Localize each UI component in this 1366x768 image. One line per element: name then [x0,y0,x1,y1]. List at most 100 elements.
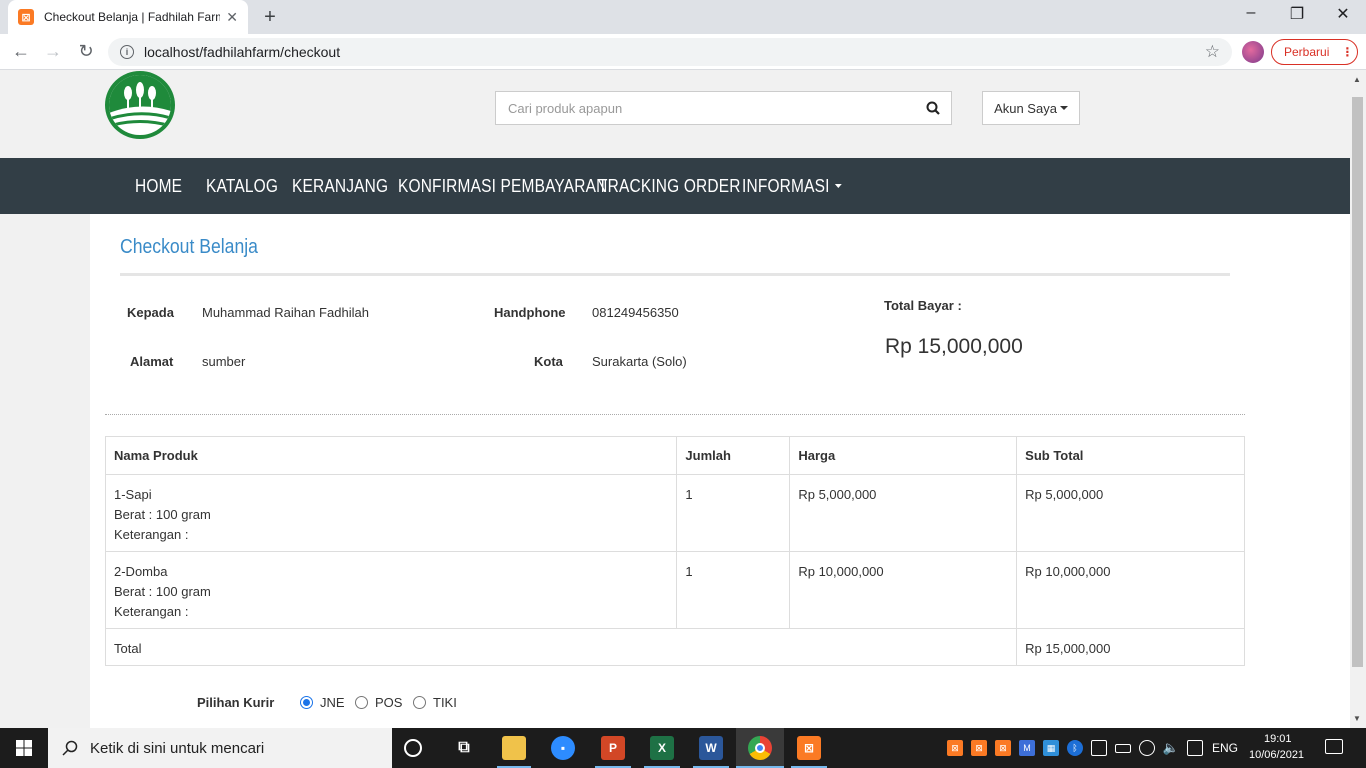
phone-label: Handphone [494,305,566,320]
bookmark-star-icon[interactable]: ☆ [1205,42,1220,62]
courier-radio-jne[interactable] [300,696,313,709]
main-navigation: HOME KATALOG KERANJANG KONFIRMASI PEMBAY… [0,158,1350,214]
search-icon[interactable] [915,101,951,115]
browser-toolbar: ← → ↻ i localhost/fadhilahfarm/checkout … [0,34,1366,70]
courier-option-label[interactable]: POS [375,695,402,710]
address-value: sumber [202,354,246,369]
close-window-icon[interactable]: ✕ [1328,4,1358,24]
address-label: Alamat [130,354,174,369]
nav-katalog[interactable]: KATALOG [206,158,278,214]
minimize-icon[interactable]: – [1236,4,1266,22]
product-note: Keterangan : [114,527,189,542]
windows-start-icon[interactable] [0,728,48,768]
address-bar[interactable]: i localhost/fadhilahfarm/checkout ☆ [108,38,1232,66]
taskbar-search[interactable]: Ketik di sini untuk mencari [48,728,392,768]
zoom-icon[interactable]: ▪ [551,736,575,760]
xampp-tray-icon[interactable]: ⊠ [995,740,1011,756]
display-icon[interactable] [1187,740,1203,756]
account-label: Akun Saya [994,100,1057,116]
file-explorer-icon[interactable] [502,736,526,760]
table-total-row: Total Rp 15,000,000 [104,628,1245,666]
phone-value: 081249456350 [592,305,679,320]
browser-tabbar: ⊠ Checkout Belanja | Fadhilah Farm ✕ + –… [0,0,1366,34]
logo-graphic [109,75,171,135]
nav-tracking-order[interactable]: TRACKING ORDER [598,158,741,214]
search-input[interactable] [508,100,915,116]
clock-time[interactable]: 19:01 [1264,733,1292,745]
total-pay-value: Rp 15,000,000 [885,335,1023,358]
column-header: Sub Total [1016,436,1245,475]
nav-informasi-label: INFORMASI [742,175,830,196]
courier-radio-pos[interactable] [355,696,368,709]
task-view-icon[interactable]: ⧉ [452,736,476,760]
clock-date[interactable]: 10/06/2021 [1249,749,1304,761]
nav-keranjang[interactable]: KERANJANG [292,158,388,214]
column-header: Jumlah [676,436,791,475]
scroll-up-icon[interactable]: ▲ [1353,75,1361,84]
update-label: Perbarui [1284,45,1330,59]
powerpoint-icon[interactable]: P [601,736,625,760]
quantity-cell: 1 [676,474,791,552]
courier-option-label[interactable]: JNE [320,695,345,710]
quantity-cell: 1 [676,551,791,629]
language-indicator[interactable]: ENG [1212,741,1238,755]
close-tab-icon[interactable]: ✕ [226,9,238,26]
page-viewport: Akun Saya HOME KATALOG KERANJANG KONFIRM… [0,71,1350,728]
xampp-icon[interactable]: ⊠ [797,736,821,760]
city-label: Kota [534,354,563,369]
total-value-cell: Rp 15,000,000 [1016,628,1245,666]
network-icon[interactable] [1139,740,1155,756]
scroll-down-icon[interactable]: ▼ [1353,714,1361,723]
product-note: Keterangan : [114,604,189,619]
notifications-icon[interactable] [1325,739,1343,754]
table-row: 2-Domba Berat : 100 gram Keterangan : 1 … [104,551,1245,629]
excel-icon[interactable]: X [650,736,674,760]
nav-konfirmasi-pembayaran[interactable]: KONFIRMASI PEMBAYARAN [398,158,607,214]
xampp-tray-icon[interactable]: ⊠ [971,740,987,756]
word-icon[interactable]: W [699,736,723,760]
cortana-icon[interactable] [404,739,422,757]
restore-icon[interactable]: ❐ [1282,4,1312,24]
xampp-tray-icon[interactable]: ⊠ [947,740,963,756]
site-info-icon[interactable]: i [120,45,134,59]
update-button[interactable]: Perbarui ⋮ [1271,39,1358,65]
order-table: Nama Produk Jumlah Harga Sub Total 1-Sap… [104,436,1245,666]
usb-icon[interactable] [1091,740,1107,756]
recipient-value: Muhammad Raihan Fadhilah [202,305,369,320]
nav-home[interactable]: HOME [135,158,182,214]
table-row: 1-Sapi Berat : 100 gram Keterangan : 1 R… [104,474,1245,552]
back-icon[interactable]: ← [9,41,33,62]
product-weight: Berat : 100 gram [114,507,211,522]
product-cell: 2-Domba Berat : 100 gram Keterangan : [104,551,678,629]
battery-icon[interactable] [1115,744,1131,753]
nav-informasi[interactable]: INFORMASI [742,158,842,214]
chrome-icon[interactable] [748,736,772,760]
url-text: localhost/fadhilahfarm/checkout [144,44,341,60]
product-name: 2-Domba [114,564,168,579]
volume-icon[interactable]: 🔈 [1163,740,1179,756]
xampp-favicon-icon: ⊠ [18,9,34,25]
total-label-cell: Total [104,628,1018,666]
product-weight: Berat : 100 gram [114,584,211,599]
new-tab-icon[interactable]: + [258,5,282,29]
product-name: 1-Sapi [114,487,152,502]
app-tray-icon[interactable]: ▦ [1043,740,1059,756]
account-dropdown-button[interactable]: Akun Saya [982,91,1080,125]
forward-icon[interactable]: → [41,41,65,62]
profile-avatar[interactable] [1242,41,1264,63]
browser-tab[interactable]: ⊠ Checkout Belanja | Fadhilah Farm ✕ [8,0,248,34]
farm-logo[interactable] [105,71,175,139]
courier-radio-tiki[interactable] [413,696,426,709]
app-tray-icon[interactable]: M [1019,740,1035,756]
page-scrollbar[interactable]: ▲ ▼ [1350,71,1366,728]
scroll-thumb[interactable] [1352,97,1363,667]
recipient-label: Kepada [127,305,174,320]
reload-icon[interactable]: ↻ [74,41,98,62]
bluetooth-icon[interactable]: ᛒ [1067,740,1083,756]
taskbar-search-text: Ketik di sini untuk mencari [90,739,265,757]
subtotal-cell: Rp 5,000,000 [1016,474,1245,552]
title-divider [120,273,1230,276]
menu-dots-icon: ⋮ [1341,45,1354,59]
city-value: Surakarta (Solo) [592,354,687,369]
courier-option-label[interactable]: TIKI [433,695,457,710]
